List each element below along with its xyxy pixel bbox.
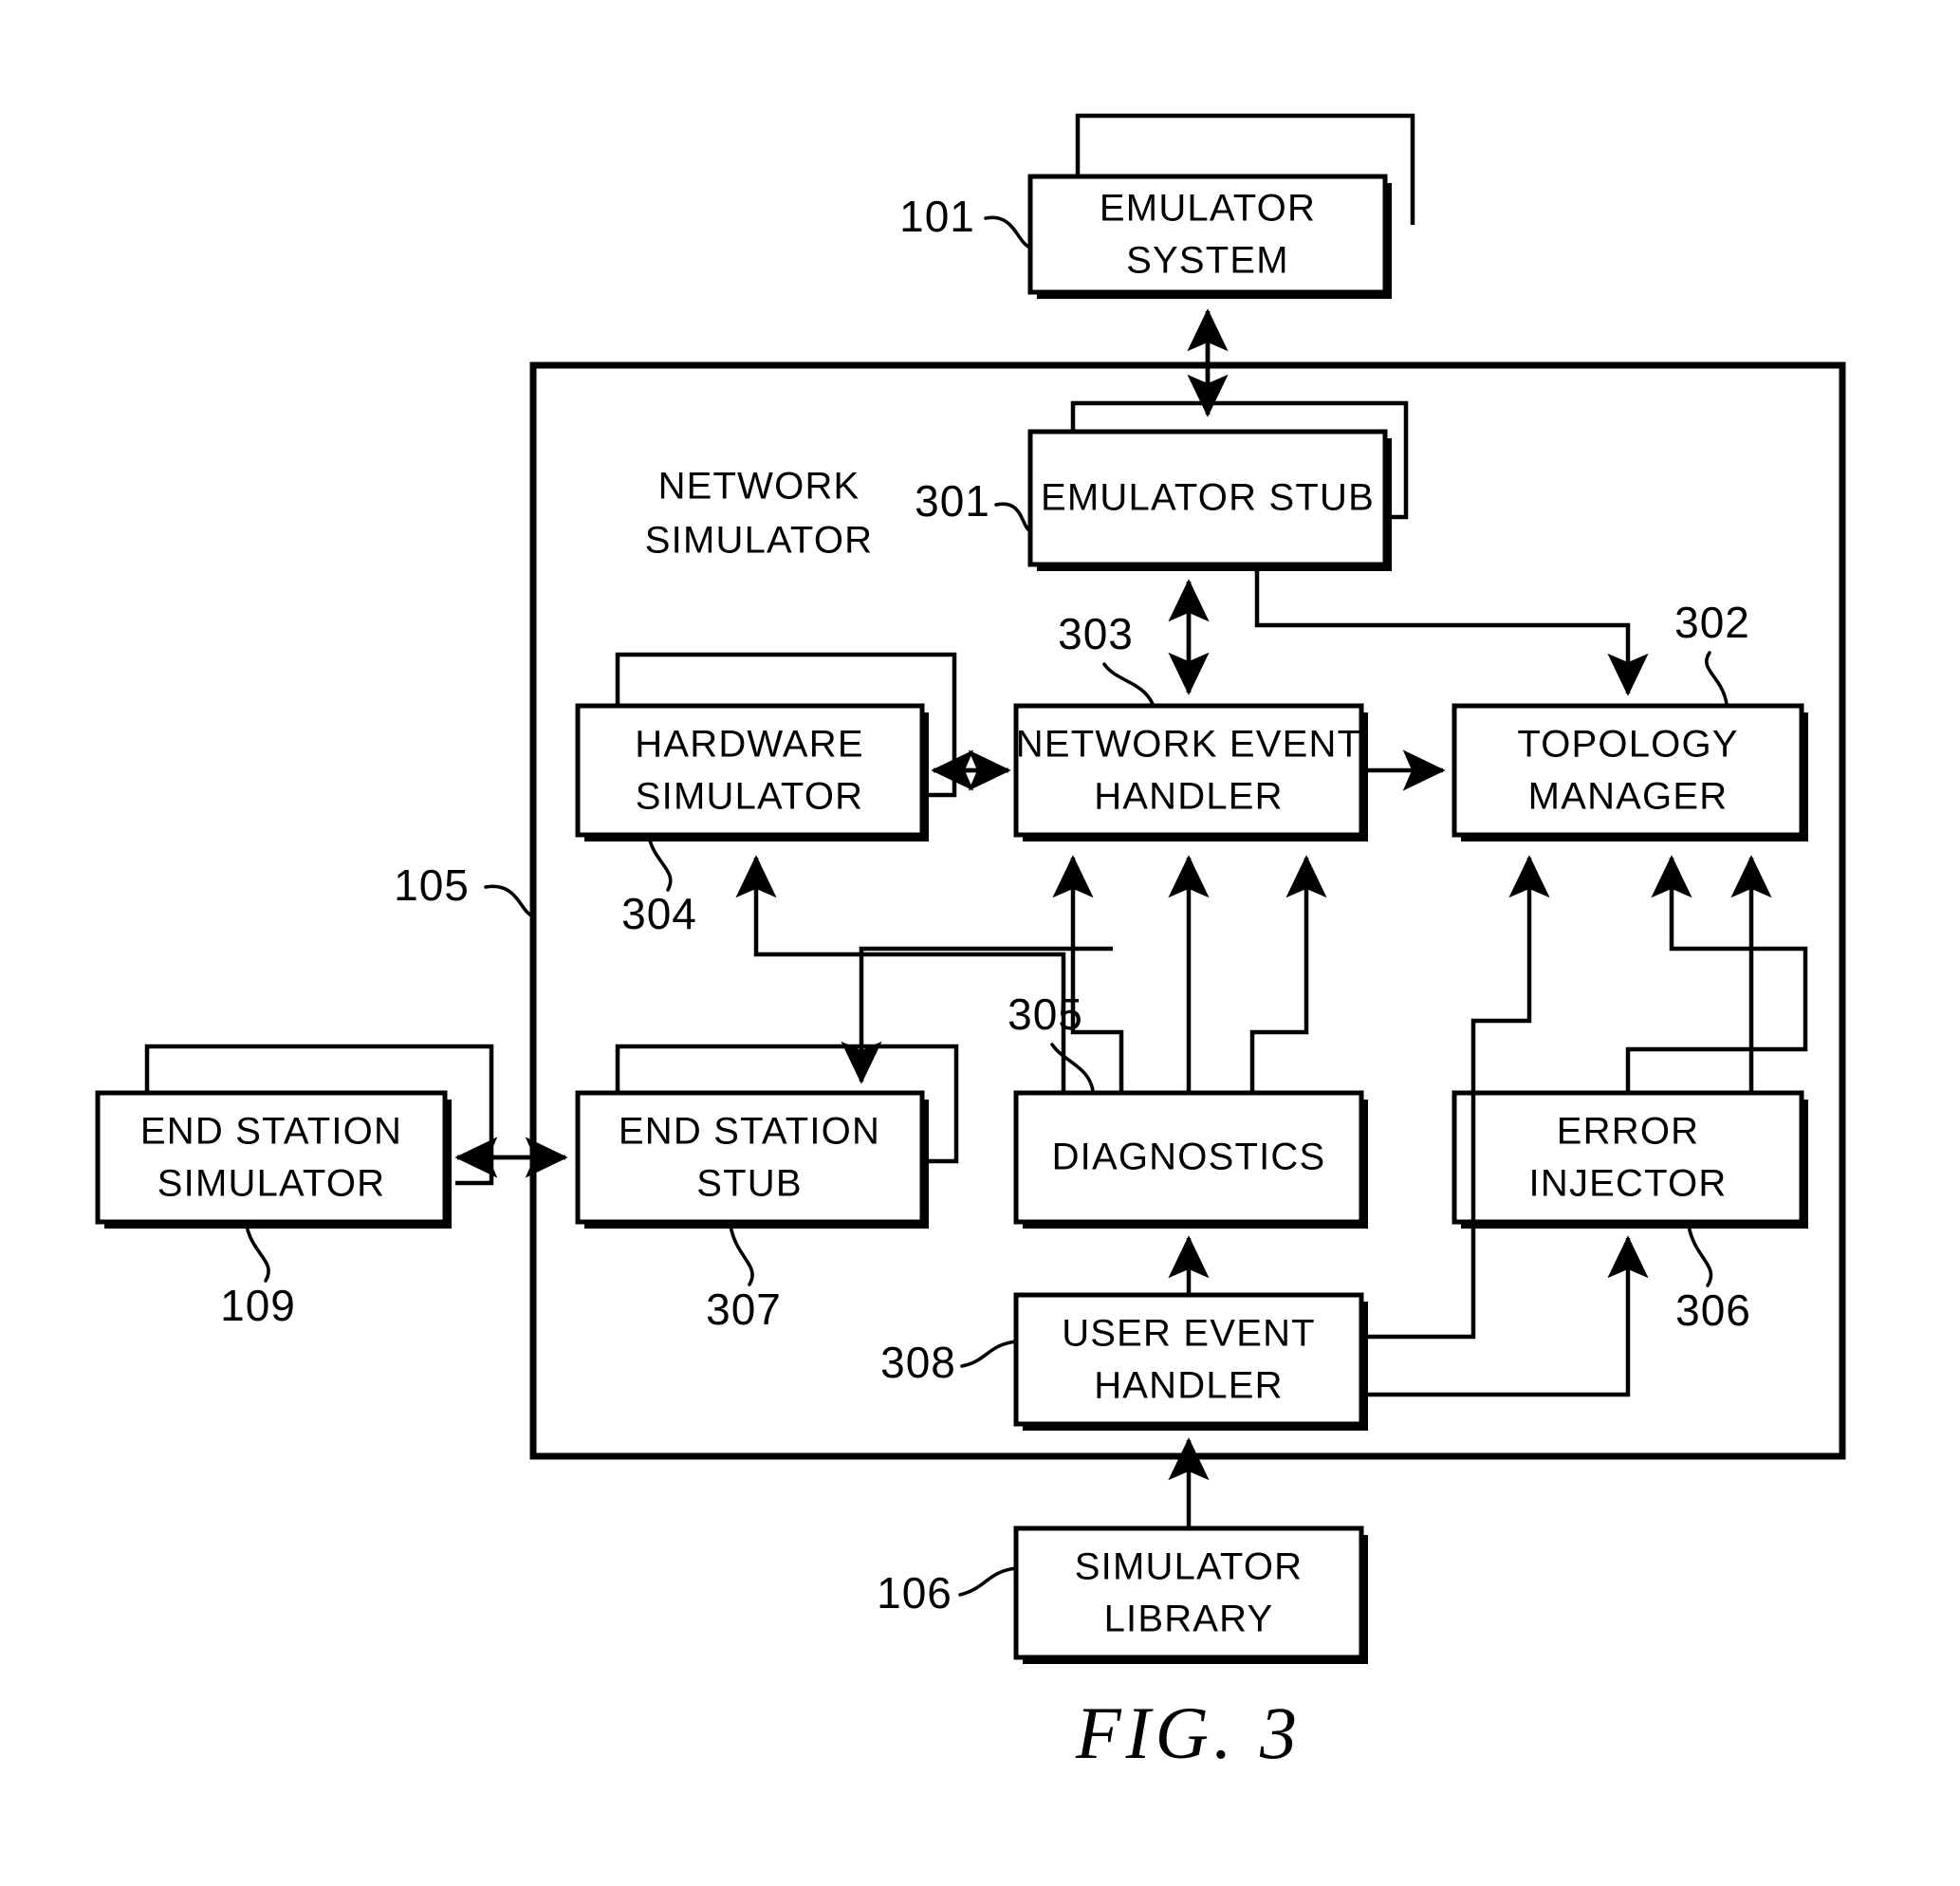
- topology-manager-label-line2: MANAGER: [1528, 776, 1729, 818]
- patent-figure: NETWORK SIMULATOR 105 EMULATOR SYSTEM 10…: [0, 0, 1960, 1886]
- simulator-library-label-line2: LIBRARY: [1104, 1599, 1274, 1640]
- figure-caption: FIG. 3: [1075, 1692, 1302, 1774]
- ref-number-304: 304: [621, 889, 697, 938]
- network-simulator-label-line1: NETWORK: [658, 466, 860, 508]
- end-station-simulator-label-line2: SIMULATOR: [157, 1163, 385, 1205]
- ref-number-303: 303: [1058, 609, 1134, 658]
- ref-number-307: 307: [706, 1285, 782, 1334]
- emulator-system-label-line1: EMULATOR: [1100, 188, 1316, 230]
- arrow-diagnostics-to-neh-left: [1052, 855, 1124, 1093]
- end-station-stub-label-line1: END STATION: [619, 1111, 880, 1153]
- hardware-simulator-node[interactable]: HARDWARE SIMULATOR 304: [575, 652, 957, 938]
- end-station-stub-label-line2: STUB: [696, 1163, 802, 1205]
- emulator-stub-node[interactable]: EMULATOR STUB 301: [915, 400, 1409, 571]
- leader-line-301: [994, 502, 1032, 533]
- error-injector-label-line2: INJECTOR: [1529, 1163, 1728, 1205]
- leader-line-306: [1687, 1224, 1713, 1287]
- leader-line-106: [958, 1566, 1018, 1597]
- leader-line-101: [984, 215, 1032, 250]
- emulator-system-label-line2: SYSTEM: [1126, 240, 1289, 282]
- end-station-stub-node[interactable]: END STATION STUB 307: [575, 1044, 959, 1334]
- ref-number-101: 101: [899, 192, 975, 241]
- leader-line-105: [484, 884, 535, 918]
- topology-manager-label-line1: TOPOLOGY: [1517, 724, 1738, 766]
- end-station-simulator-node[interactable]: END STATION SIMULATOR 109: [95, 1044, 494, 1330]
- topology-manager-node[interactable]: TOPOLOGY MANAGER 302: [1452, 598, 1808, 841]
- user-event-handler-label-line1: USER EVENT: [1062, 1313, 1316, 1355]
- ref-number-308: 308: [880, 1338, 956, 1387]
- leader-line-302: [1705, 651, 1729, 706]
- leader-line-308: [960, 1340, 1018, 1368]
- end-station-simulator-label-line1: END STATION: [140, 1111, 402, 1153]
- error-injector-node[interactable]: ERROR INJECTOR 306: [1452, 1090, 1808, 1335]
- network-event-handler-label-line2: HANDLER: [1094, 776, 1284, 818]
- block-diagram-canvas: NETWORK SIMULATOR 105 EMULATOR SYSTEM 10…: [95, 113, 1846, 1774]
- network-event-handler-node[interactable]: NETWORK EVENT HANDLER 303: [1013, 609, 1368, 841]
- network-simulator-label-line2: SIMULATOR: [645, 520, 873, 562]
- ref-number-105: 105: [394, 860, 470, 910]
- user-event-handler-label-line2: HANDLER: [1094, 1365, 1284, 1407]
- arrow-diagnostics-to-hardware-simulator: [735, 855, 1066, 1093]
- emulator-stub-label: EMULATOR STUB: [1041, 477, 1375, 519]
- leader-line-304: [647, 835, 673, 892]
- hardware-simulator-label-line2: SIMULATOR: [636, 776, 863, 818]
- ref-number-306: 306: [1675, 1285, 1751, 1335]
- simulator-library-label-line1: SIMULATOR: [1075, 1546, 1303, 1588]
- ref-number-302: 302: [1674, 598, 1750, 647]
- user-event-handler-node[interactable]: USER EVENT HANDLER 308: [880, 1292, 1368, 1431]
- simulator-library-node[interactable]: SIMULATOR LIBRARY 106: [877, 1525, 1368, 1664]
- leader-line-307: [729, 1224, 754, 1286]
- ref-number-106: 106: [877, 1568, 952, 1618]
- arrow-emulator-stub-to-topology: [1254, 564, 1649, 696]
- arrow-ueh-to-error-injector: [1361, 1235, 1649, 1397]
- leader-line-109: [245, 1224, 270, 1283]
- arrow-diagnostics-to-neh-right: [1249, 855, 1327, 1093]
- emulator-system-node[interactable]: EMULATOR SYSTEM 101: [899, 113, 1415, 299]
- error-injector-label-line1: ERROR: [1557, 1111, 1699, 1153]
- arrow-error-injector-to-topology-mid: [1625, 855, 1808, 1093]
- leader-line-303: [1102, 662, 1155, 706]
- ref-number-301: 301: [915, 476, 990, 526]
- leader-line-305: [1050, 1043, 1095, 1093]
- diagnostics-label: DIAGNOSTICS: [1052, 1137, 1326, 1178]
- ref-number-109: 109: [220, 1281, 296, 1330]
- hardware-simulator-label-line1: HARDWARE: [635, 724, 863, 766]
- network-event-handler-label-line1: NETWORK EVENT: [1016, 724, 1362, 766]
